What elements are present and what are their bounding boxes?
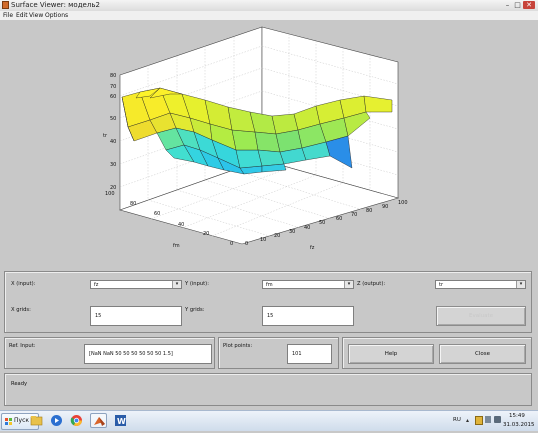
x-tick-40: 40: [304, 225, 310, 231]
x-input-select[interactable]: fz ▾: [90, 280, 182, 289]
x-input-label: X (input):: [11, 281, 36, 287]
y-input-value: fm: [266, 282, 273, 288]
axes-settings-panel: X (input): fz ▾ Y (input): fm ▾ Z (outpu…: [4, 271, 532, 333]
clock-time[interactable]: 15:49: [509, 413, 525, 419]
x-grids-value: 15: [95, 313, 102, 319]
y-input-label: Y (input):: [185, 281, 209, 287]
close-window-button[interactable]: ✕: [523, 1, 535, 9]
menu-file[interactable]: File: [3, 11, 13, 20]
z-tick-50: 50: [110, 116, 116, 122]
ref-input-label: Ref. Input:: [9, 343, 36, 349]
y-tick-60: 60: [154, 211, 160, 217]
y-grids-value: 15: [267, 313, 274, 319]
y-input-select[interactable]: fm ▾: [262, 280, 354, 289]
volume-icon[interactable]: [494, 416, 501, 423]
z-tick-80: 80: [110, 73, 116, 79]
y-grids-input[interactable]: 15: [262, 306, 354, 326]
x-tick-10: 10: [260, 237, 266, 243]
x-axis-label: fz: [310, 245, 315, 251]
y-grids-label: Y grids:: [185, 307, 205, 313]
x-tick-70: 70: [351, 212, 357, 218]
menu-options[interactable]: Options: [45, 11, 68, 20]
chevron-down-icon: ▾: [516, 281, 525, 288]
close-button[interactable]: Close: [439, 344, 526, 364]
z-tick-30: 30: [110, 162, 116, 168]
plot-points-label: Plot points:: [223, 343, 253, 349]
y-tick-100: 100: [105, 191, 115, 197]
z-output-value: tr: [439, 282, 444, 288]
chevron-down-icon: ▾: [344, 281, 353, 288]
z-tick-60: 60: [110, 94, 116, 100]
maximize-button[interactable]: □: [513, 1, 522, 9]
surface-viewer-window: Surface Viewer: модель2 – □ ✕ File Edit …: [0, 0, 538, 410]
ref-input-value: [NaN NaN 50 50 50 50 50 50 1.5]: [89, 351, 173, 357]
z-axis-ticks: 20 30 40 50 60 70 80: [110, 73, 116, 191]
surface-plot[interactable]: 20 30 40 50 60 70 80 tr 0 20 40 60 80 10…: [0, 20, 538, 268]
matlab-taskbar-icon[interactable]: [90, 413, 107, 428]
y-axis-label: fm: [173, 243, 180, 249]
chevron-down-icon: ▾: [172, 281, 181, 288]
z-axis-label: tr: [103, 133, 108, 139]
minimize-button[interactable]: –: [503, 1, 512, 9]
z-tick-40: 40: [110, 139, 116, 145]
status-panel: Ready: [4, 373, 532, 406]
x-tick-60: 60: [336, 216, 342, 222]
x-tick-0: 0: [245, 241, 248, 247]
x-tick-50: 50: [319, 220, 325, 226]
clock-date[interactable]: 31.03.2015: [503, 422, 535, 428]
x-input-value: fz: [94, 282, 99, 288]
evaluate-button[interactable]: Evaluate: [436, 306, 526, 326]
menu-edit[interactable]: Edit: [16, 11, 28, 20]
menu-view[interactable]: View: [29, 11, 43, 20]
plot-points-input[interactable]: 101: [287, 344, 332, 364]
help-button[interactable]: Help: [348, 344, 434, 364]
chrome-browser-icon[interactable]: [68, 413, 85, 428]
x-grids-input[interactable]: 15: [90, 306, 182, 326]
y-tick-0: 0: [230, 241, 233, 247]
surface-plot-area[interactable]: 20 30 40 50 60 70 80 tr 0 20 40 60 80 10…: [0, 20, 538, 268]
x-tick-100: 100: [398, 200, 408, 206]
language-indicator[interactable]: RU: [453, 417, 461, 423]
x-tick-30: 30: [289, 229, 295, 235]
media-player-icon[interactable]: [48, 413, 65, 428]
y-tick-40: 40: [178, 222, 184, 228]
z-tick-70: 70: [110, 84, 116, 90]
flag-notification-icon[interactable]: [475, 416, 483, 425]
x-grids-label: X grids:: [11, 307, 31, 313]
buttons-panel: Help Close: [342, 337, 532, 369]
ref-input-field[interactable]: [NaN NaN 50 50 50 50 50 50 1.5]: [84, 344, 212, 364]
plot-points-value: 101: [292, 351, 302, 357]
window-title: Surface Viewer: модель2: [11, 1, 100, 9]
x-tick-80: 80: [366, 208, 372, 214]
show-hidden-icons-chevron-icon[interactable]: ▴: [466, 417, 469, 424]
x-tick-90: 90: [382, 204, 388, 210]
taskbar: Пуск W RU ▴ 15:49 31.03.2015: [0, 410, 538, 431]
windows-logo-icon: [5, 418, 12, 425]
svg-text:W: W: [117, 417, 126, 426]
y-tick-20: 20: [203, 231, 209, 237]
explorer-folder-icon[interactable]: [28, 413, 45, 428]
network-icon[interactable]: [485, 416, 491, 423]
word-icon[interactable]: W: [112, 413, 129, 428]
status-text: Ready: [11, 381, 28, 387]
z-output-label: Z (output):: [357, 281, 386, 287]
matlab-app-icon: [2, 1, 9, 9]
start-label: Пуск: [14, 417, 29, 424]
ref-input-panel: Ref. Input: [NaN NaN 50 50 50 50 50 50 1…: [4, 337, 215, 369]
plot-points-panel: Plot points: 101: [218, 337, 339, 369]
x-tick-20: 20: [274, 233, 280, 239]
menu-bar: File Edit View Options: [0, 11, 538, 20]
y-tick-80: 80: [130, 201, 136, 207]
z-output-select[interactable]: tr ▾: [435, 280, 526, 289]
